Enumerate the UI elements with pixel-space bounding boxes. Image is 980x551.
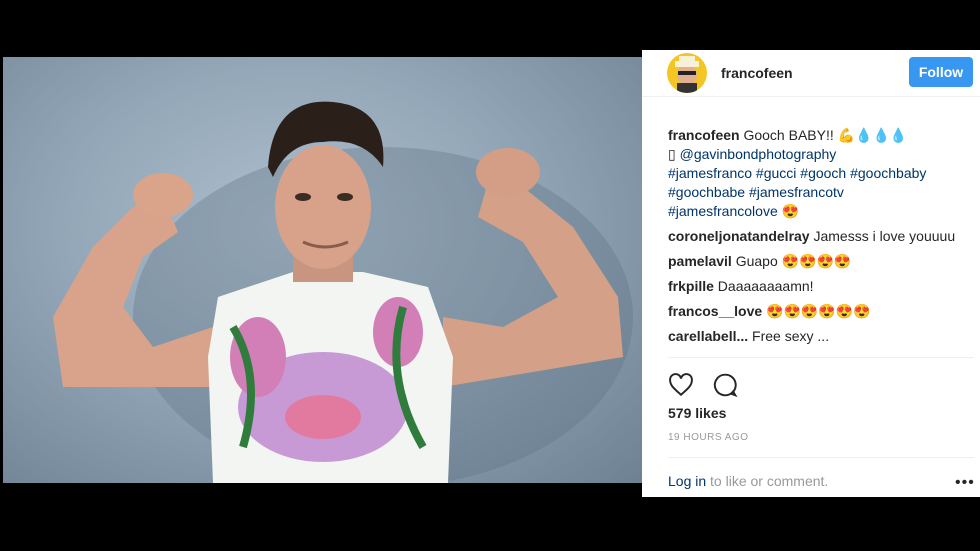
avatar[interactable] bbox=[667, 53, 707, 93]
comment-text: Guapo 😍😍😍😍 bbox=[731, 253, 852, 269]
photographer-mention[interactable]: @gavinbondphotography bbox=[680, 146, 837, 162]
hashtags-line-1[interactable]: #jamesfranco #gucci #gooch #goochbaby bbox=[668, 165, 926, 181]
more-options-icon[interactable]: ••• bbox=[955, 474, 975, 492]
caption-text: Gooch BABY!! 💪💧💧💧 bbox=[739, 127, 908, 143]
comment-prompt: Log in to like or comment. bbox=[668, 473, 828, 489]
comment-text: Daaaaaaaamn! bbox=[713, 278, 814, 294]
post-header: francofeen Follow bbox=[642, 50, 980, 97]
follow-button[interactable]: Follow bbox=[909, 57, 973, 87]
post-image bbox=[53, 101, 633, 483]
comment-text: Jamesss i love youuuu bbox=[809, 228, 956, 244]
login-link[interactable]: Log in bbox=[668, 473, 706, 489]
comment-icon[interactable] bbox=[712, 372, 738, 398]
comment-username[interactable]: coroneljonatandelray bbox=[668, 228, 810, 244]
post-timestamp[interactable]: 19 HOURS AGO bbox=[668, 432, 748, 443]
post-sidebar: francofeen Follow francofeen Gooch BABY!… bbox=[642, 50, 980, 497]
divider bbox=[668, 457, 974, 458]
post-photo[interactable] bbox=[3, 57, 642, 483]
likes-count[interactable]: 579 likes bbox=[668, 405, 726, 421]
comment: pamelavil Guapo 😍😍😍😍 bbox=[668, 252, 968, 271]
caption: francofeen Gooch BABY!! 💪💧💧💧 ▯ @gavinbon… bbox=[668, 126, 968, 221]
hashtags-line-3[interactable]: #jamesfrancolove bbox=[668, 203, 778, 219]
caption-username[interactable]: francofeen bbox=[668, 127, 740, 143]
comment-username[interactable]: francos__love bbox=[668, 303, 762, 319]
comment: francos__love 😍😍😍😍😍😍 bbox=[668, 302, 968, 321]
comment-username[interactable]: carellabell... bbox=[668, 328, 748, 344]
post-username[interactable]: francofeen bbox=[721, 65, 793, 81]
comment-username[interactable]: frkpille bbox=[668, 278, 714, 294]
comment-username[interactable]: pamelavil bbox=[668, 253, 732, 269]
comment-prompt-text: to like or comment. bbox=[706, 473, 829, 489]
hashtags-line-2[interactable]: #goochbabe #jamesfrancotv bbox=[668, 184, 844, 200]
comment-text: 😍😍😍😍😍😍 bbox=[762, 303, 871, 319]
box-glyph: ▯ bbox=[668, 146, 676, 162]
caption-emoji: 😍 bbox=[777, 203, 800, 219]
post-actions bbox=[668, 372, 752, 398]
comments-list[interactable]: francofeen Gooch BABY!! 💪💧💧💧 ▯ @gavinbon… bbox=[668, 126, 968, 356]
comment-text: Free sexy ... bbox=[748, 328, 830, 344]
comment: coroneljonatandelray Jamesss i love youu… bbox=[668, 227, 968, 246]
comment: frkpille Daaaaaaaamn! bbox=[668, 277, 968, 296]
comment: carellabell... Free sexy ... bbox=[668, 327, 968, 346]
heart-icon[interactable] bbox=[668, 372, 694, 398]
divider bbox=[668, 357, 974, 358]
